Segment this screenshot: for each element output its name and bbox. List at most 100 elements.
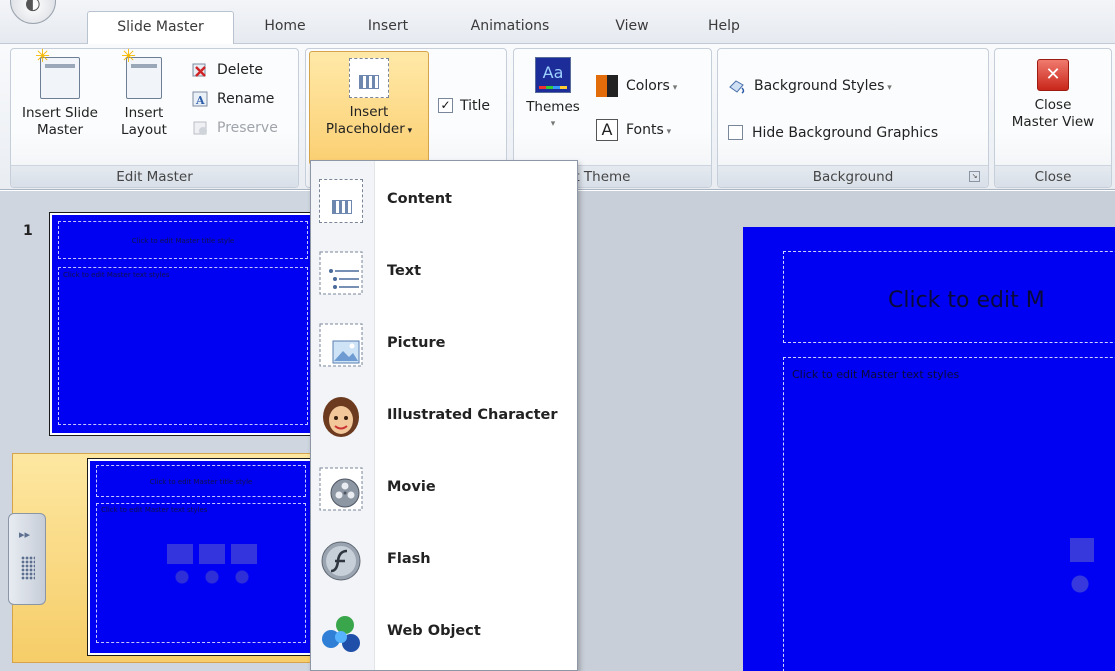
insert-slide-master-button[interactable]: ✳ Insert Slide Master [17,48,103,139]
close-master-label-1: Close [1034,97,1072,113]
layout-thumbnail[interactable]: Click to edit Master title style Click t… [88,459,314,655]
thumb1-body-text: Click to edit Master text styles [63,271,170,279]
menu-item-illustrated-character[interactable]: Illustrated Character [311,379,577,449]
delete-icon [192,63,206,77]
title-checkbox-box[interactable]: ✓ [438,98,453,113]
body-placeholder[interactable]: Click to edit Master text styles [783,357,1115,671]
web-object-icon [319,611,363,655]
character-icon [319,395,363,439]
menu-item-picture[interactable]: Picture [311,307,577,377]
office-logo-icon: ◐ [25,0,41,14]
tab-view[interactable]: View [601,11,663,44]
fonts-label: Fonts [626,122,664,138]
background-styles-label: Background Styles [754,78,885,94]
thumb1-title-text: Click to edit Master title style [131,237,235,245]
preserve-label: Preserve [217,120,278,136]
slide-master-thumbnail[interactable]: Click to edit Master title style Click t… [50,213,316,435]
fonts-dropdown-arrow-icon: ▾ [663,127,672,137]
delete-label: Delete [217,62,263,78]
insert-layout-label: Insert Layout [121,105,167,138]
fonts-icon: A [596,119,618,141]
svg-text:A: A [195,94,205,107]
menu-item-web-object-label: Web Object [387,623,481,639]
fonts-button[interactable]: A Fonts ▾ [596,119,671,141]
tab-help[interactable]: Help [694,11,754,44]
rename-button[interactable]: A Rename [191,88,274,110]
thumb2-title-text: Click to edit Master title style [149,478,253,486]
group-background: Background Styles ▾ Hide Background Grap… [717,48,989,188]
office-button[interactable]: ◐ [10,0,56,24]
tab-slide-master[interactable]: Slide Master [87,11,234,45]
menu-item-text-label: Text [387,263,422,279]
themes-dropdown-arrow-icon: ▾ [550,119,556,129]
close-master-view-button[interactable]: ✕ Close Master View [1001,59,1105,131]
title-placeholder[interactable]: Click to edit M [783,251,1115,343]
grip-icon [21,556,35,580]
rename-icon: A [192,91,208,107]
menu-item-content[interactable]: Content [311,163,577,233]
rename-label: Rename [217,91,275,107]
delete-button[interactable]: Delete [191,59,263,81]
thumb2-placeholder-icons [167,544,257,590]
preserve-button[interactable]: Preserve [191,117,278,139]
group-label-close: Close [995,165,1111,187]
thumb1-body-placeholder: Click to edit Master text styles [58,267,308,425]
group-label-background: Background ↘ [718,165,988,187]
thumb2-title-placeholder: Click to edit Master title style [96,465,306,497]
background-styles-icon [729,80,745,94]
menu-item-web-object[interactable]: Web Object [311,595,577,665]
group-label-edit-master: Edit Master [11,165,298,187]
tab-insert[interactable]: Insert [350,11,426,44]
insert-placeholder-label-2: Placeholder ▾ [325,121,413,137]
menu-item-content-label: Content [387,191,452,207]
menu-item-flash[interactable]: Flash [311,523,577,593]
background-styles-arrow-icon: ▾ [884,83,892,93]
menu-item-text[interactable]: Text [311,235,577,305]
hide-bg-checkbox-box[interactable] [728,125,743,140]
insert-placeholder-label-1: Insert [349,104,389,120]
insert-layout-button[interactable]: ✳ Insert Layout [109,48,179,139]
picture-placeholder-icon [319,323,363,367]
title-checkbox[interactable]: ✓ Title [438,95,490,117]
dialog-launcher-icon[interactable]: ↘ [969,171,980,182]
pane-collapse-handle[interactable]: ▸▸ [8,513,46,605]
thumb2-body-placeholder: Click to edit Master text styles [96,503,306,643]
thumb2-body-text: Click to edit Master text styles [101,506,208,514]
menu-item-flash-label: Flash [387,551,431,567]
body-placeholder-icons [1070,538,1110,598]
insert-placeholder-icon [349,58,389,98]
colors-icon [596,75,618,97]
ribbon-tab-bar: ◐ Slide Master Home Insert Animations Vi… [0,0,1115,45]
colors-dropdown-arrow-icon: ▾ [669,83,678,93]
themes-icon: Aa [535,57,571,93]
themes-button[interactable]: Aa Themes ▾ [518,57,588,133]
preserve-icon [193,121,207,135]
title-checkbox-label: Title [460,98,491,114]
colors-label: Colors [626,78,670,94]
flash-icon [319,539,363,583]
group-close: ✕ Close Master View Close [994,48,1112,188]
body-placeholder-text: Click to edit Master text styles [792,368,960,381]
slide-thumbnail-pane: 1 Click to edit Master title style Click… [0,191,316,671]
expand-arrows-icon: ▸▸ [19,528,31,541]
menu-item-illustrated-character-label: Illustrated Character [387,407,558,423]
group-edit-master: ✳ Insert Slide Master ✳ Insert Layout De… [10,48,299,188]
master-slide-canvas[interactable]: Click to edit M Click to edit Master tex… [743,227,1115,671]
colors-button[interactable]: Colors ▾ [596,75,677,97]
menu-item-picture-label: Picture [387,335,446,351]
content-placeholder-icon [319,179,363,223]
insert-placeholder-button[interactable]: Insert Placeholder ▾ [309,51,429,165]
menu-item-movie-label: Movie [387,479,436,495]
insert-placeholder-menu: Content Text Picture Illustrated Charact… [310,160,578,671]
title-placeholder-text: Click to edit M [888,288,1045,313]
thumb1-title-placeholder: Click to edit Master title style [58,221,308,259]
close-icon: ✕ [1037,59,1069,91]
tab-home[interactable]: Home [248,11,322,44]
hide-background-graphics-checkbox[interactable]: Hide Background Graphics [728,122,938,144]
tab-animations[interactable]: Animations [454,11,566,44]
background-styles-button[interactable]: Background Styles ▾ [728,75,892,97]
menu-item-movie[interactable]: Movie [311,451,577,521]
themes-label: Themes [526,99,580,115]
close-master-label-2: Master View [1011,114,1095,130]
insert-slide-master-icon: ✳ [35,48,80,99]
